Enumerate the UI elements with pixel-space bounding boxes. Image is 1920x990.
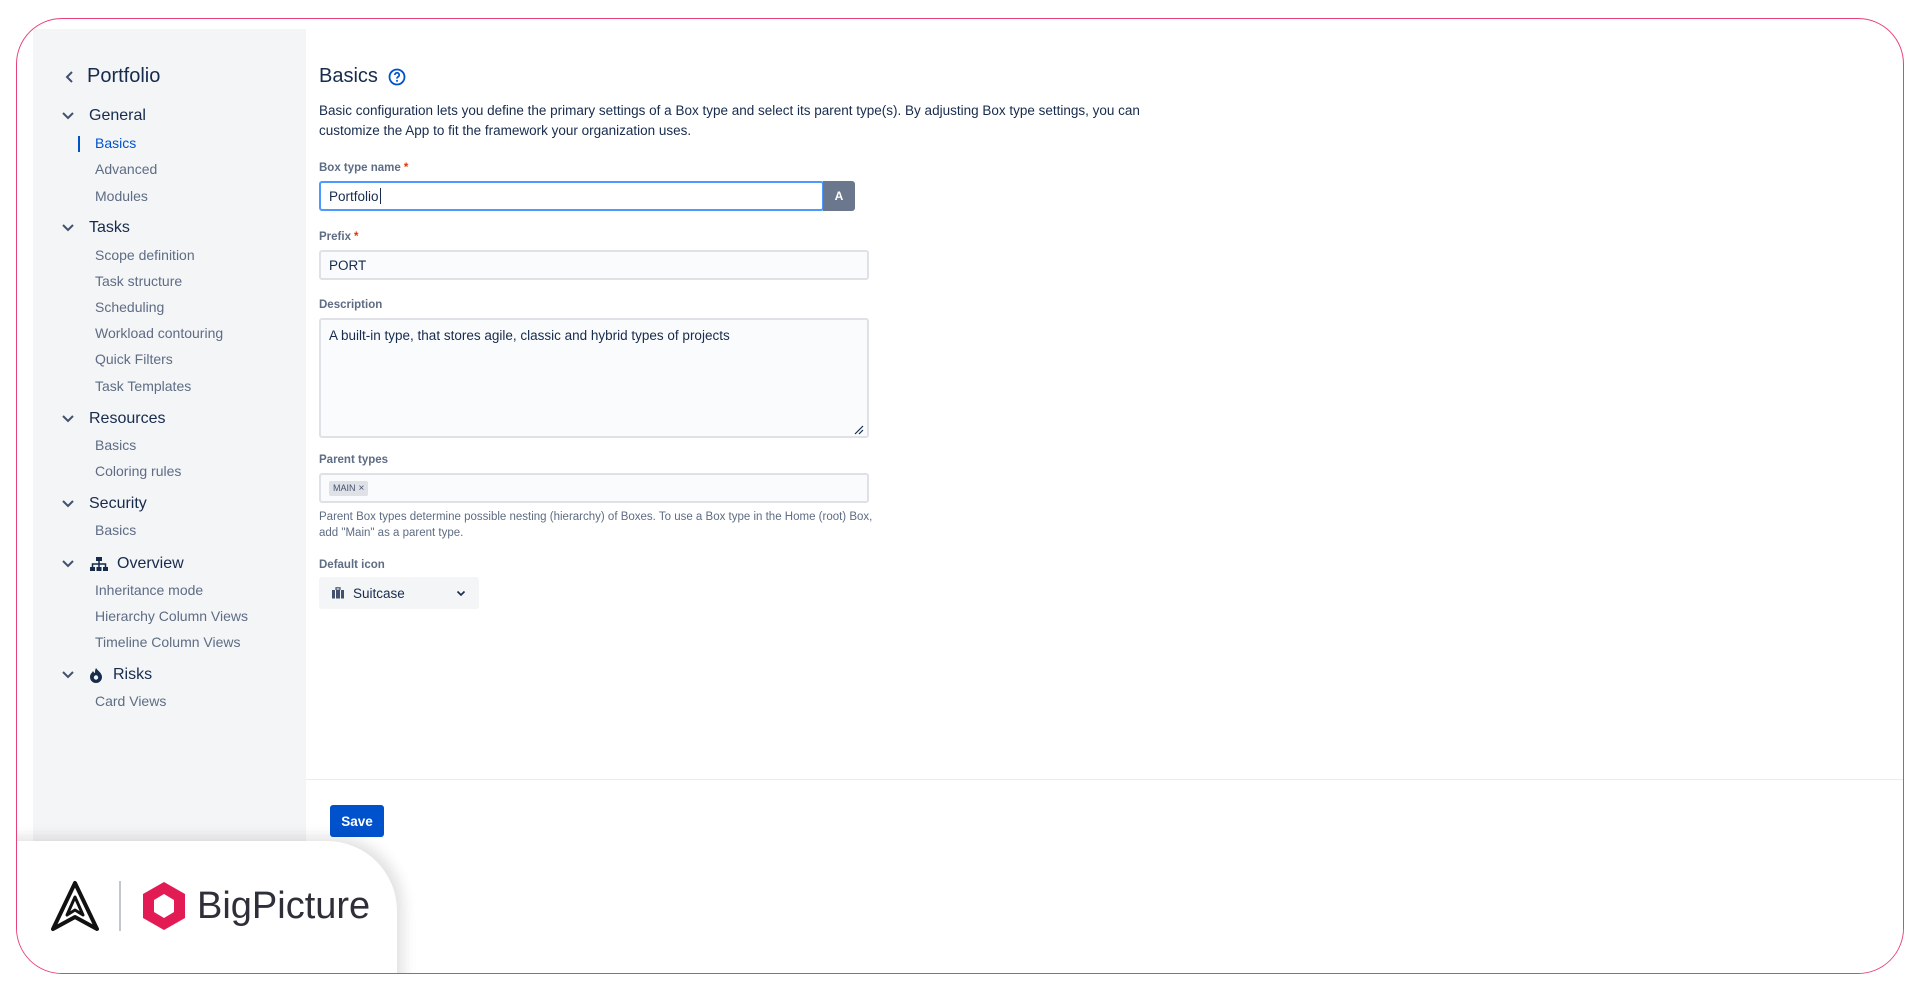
suitcase-icon [331, 587, 345, 599]
sidebar-item-timeline-column-views[interactable]: Timeline Column Views [95, 634, 241, 650]
sidebar-item-resources-basics[interactable]: Basics [95, 437, 136, 453]
chevron-down-icon [61, 412, 75, 426]
default-icon-label: Default icon [319, 559, 385, 571]
description-textarea[interactable]: A built-in type, that stores agile, clas… [319, 318, 869, 438]
text-style-button[interactable]: A [823, 181, 855, 211]
save-button[interactable]: Save [330, 805, 384, 837]
help-icon[interactable] [388, 68, 406, 86]
nav-group-label: Overview [117, 555, 184, 572]
nav-group-risks[interactable]: Risks [61, 666, 152, 684]
parent-types-select[interactable]: MAIN × [319, 473, 869, 503]
field-label-text: Box type name [319, 162, 401, 174]
nav-group-security[interactable]: Security [61, 495, 147, 513]
risk-icon [89, 667, 105, 683]
box-type-name-value: Portfolio [329, 188, 379, 204]
chevron-down-icon [61, 497, 75, 511]
active-indicator [78, 136, 80, 152]
chevron-down-icon [61, 109, 75, 123]
sidebar-item-hierarchy-column-views[interactable]: Hierarchy Column Views [95, 608, 248, 624]
prefix-value: PORT [329, 257, 367, 273]
required-mark: * [403, 162, 409, 174]
description-value: A built-in type, that stores agile, clas… [329, 328, 730, 343]
nav-group-label: General [89, 107, 146, 124]
description-label: Description [319, 299, 383, 311]
text-caret [379, 188, 381, 204]
sidebar-item-advanced[interactable]: Advanced [95, 161, 157, 177]
nav-group-label: Security [89, 495, 147, 512]
sidebar-title: Portfolio [87, 65, 161, 87]
box-type-name-input[interactable]: Portfolio [319, 181, 824, 211]
resize-handle-icon[interactable] [854, 423, 864, 435]
chevron-down-icon [61, 557, 75, 571]
sidebar-item-task-structure[interactable]: Task structure [95, 273, 182, 289]
chevron-down-icon [455, 587, 467, 599]
hierarchy-icon [89, 556, 109, 572]
default-icon-select[interactable]: Suitcase [319, 577, 479, 609]
bigpicture-logo-icon [139, 879, 189, 933]
sidebar-item-task-templates[interactable]: Task Templates [95, 378, 191, 394]
nav-group-overview[interactable]: Overview [61, 555, 184, 573]
page-header: Basics [319, 65, 406, 88]
page-description: Basic configuration lets you define the … [319, 103, 1140, 138]
sidebar-item-workload-contouring[interactable]: Workload contouring [95, 325, 223, 341]
remove-tag-icon[interactable]: × [359, 483, 365, 494]
sidebar-item-inheritance-mode[interactable]: Inheritance mode [95, 582, 203, 598]
page-title: Basics [319, 65, 378, 87]
app-frame: Portfolio General Basics Advanced Module… [16, 18, 1904, 974]
chevron-down-icon [61, 668, 75, 682]
sidebar-item-quick-filters[interactable]: Quick Filters [95, 351, 173, 367]
sidebar: Portfolio General Basics Advanced Module… [33, 29, 306, 859]
main-content: Basics Basic configuration lets you defi… [306, 29, 1903, 779]
sidebar-item-basics[interactable]: Basics [95, 135, 136, 151]
nav-group-label: Risks [113, 666, 153, 683]
sidebar-item-scope-definition[interactable]: Scope definition [95, 247, 195, 263]
parent-type-tag: MAIN × [329, 480, 369, 496]
sidebar-item-card-views[interactable]: Card Views [95, 693, 166, 709]
chevron-left-icon[interactable] [63, 70, 77, 84]
back-nav[interactable]: Portfolio [63, 65, 160, 88]
nav-group-label: Resources [89, 410, 166, 427]
sidebar-item-coloring-rules[interactable]: Coloring rules [95, 463, 181, 479]
sidebar-item-scheduling[interactable]: Scheduling [95, 299, 164, 315]
brand-name: BigPicture [197, 884, 371, 927]
brand-lockup: BigPicture [49, 879, 370, 933]
nav-group-general[interactable]: General [61, 107, 146, 125]
nav-group-resources[interactable]: Resources [61, 410, 165, 428]
prefix-input[interactable]: PORT [319, 250, 869, 280]
sidebar-item-security-basics[interactable]: Basics [95, 522, 136, 538]
prefix-label: Prefix * [319, 231, 358, 243]
parent-types-help: Parent Box types determine possible nest… [319, 511, 873, 539]
appfire-logo-icon [49, 879, 101, 933]
nav-group-tasks[interactable]: Tasks [61, 219, 130, 237]
box-type-name-label: Box type name * [319, 162, 408, 174]
parent-types-label: Parent types [319, 454, 389, 466]
brand-card: BigPicture [17, 841, 397, 973]
required-mark: * [353, 231, 359, 243]
form-footer: Save [306, 779, 1903, 973]
tag-label: MAIN [333, 483, 356, 493]
nav-group-label: Tasks [89, 219, 130, 236]
sidebar-item-modules[interactable]: Modules [95, 188, 148, 204]
field-label-text: Prefix [319, 231, 351, 243]
brand-divider [119, 881, 121, 931]
chevron-down-icon [61, 221, 75, 235]
default-icon-value: Suitcase [353, 585, 405, 601]
